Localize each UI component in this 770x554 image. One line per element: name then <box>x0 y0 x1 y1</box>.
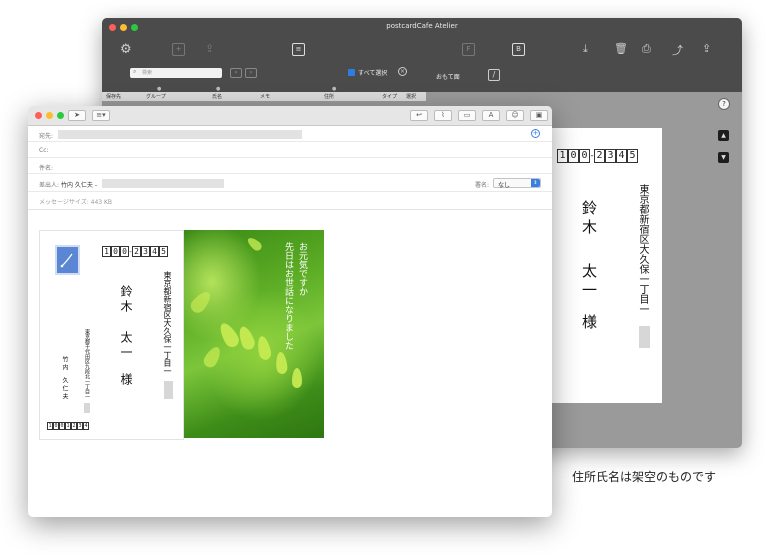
header-fields-icon[interactable]: ≡▾ <box>92 110 110 121</box>
message-line-2: 先日はお世話になりました <box>283 242 293 350</box>
back-side-button[interactable]: B <box>512 43 525 56</box>
zoom-window-button[interactable] <box>57 112 64 119</box>
trash-icon[interactable]: 🗑 <box>614 42 628 55</box>
postcard-photo-side: お元気ですか 先日はお世話になりました <box>184 230 324 438</box>
cc-label: Cc: <box>39 147 49 154</box>
message-size: メッセージサイズ: 443 KB <box>39 199 113 206</box>
recipient-address: 東京都新宿区大久保一丁目一 <box>637 184 648 314</box>
message-size-row: メッセージサイズ: 443 KB <box>28 192 552 210</box>
magnifier-icon: ⌕ <box>133 68 137 75</box>
attach-icon[interactable]: ⌇ <box>434 110 452 121</box>
stamp-icon <box>55 245 80 275</box>
signature-label: 署名: <box>475 182 490 189</box>
from-field[interactable]: 差出人: 竹内 久仁夫 - 署名: なし ⇕ <box>28 174 552 192</box>
minimize-window-button[interactable] <box>46 112 53 119</box>
photo-browser-icon[interactable]: ▭ <box>458 110 476 121</box>
postal-code: 1 0 0 - 2 3 4 5 <box>102 246 168 257</box>
disclaimer-caption: 住所氏名は架空のものです <box>572 470 717 484</box>
message-line-1: お元気ですか <box>297 242 307 296</box>
gear-icon[interactable]: ⚙ <box>120 42 132 57</box>
column-header[interactable]: 住所 <box>324 93 334 100</box>
postcard-preview: 1 0 0 - 2 3 4 5 東京都新宿区大久保一丁目一 鈴木 太一 様 <box>549 128 662 403</box>
leaf-shape <box>187 288 215 316</box>
leaf-shape <box>201 344 224 370</box>
share-icon[interactable]: ⇪ <box>205 42 214 55</box>
leaf-shape <box>292 368 302 388</box>
mail-compose-window: ➤ ≡▾ ↩ ⌇ ▭ A ☺ ▣ 宛先: + Cc: 件名: 差出人: 竹内 久… <box>28 106 552 517</box>
scroll-down-button[interactable]: ▼ <box>718 152 729 163</box>
sender-address-placeholder <box>84 403 90 413</box>
close-window-button[interactable] <box>35 112 42 119</box>
print-icon[interactable]: ⎙ <box>642 42 651 56</box>
signature-select[interactable]: なし ⇕ <box>493 178 541 189</box>
recipient-given-name: 太一 <box>580 263 598 301</box>
subject-label: 件名: <box>39 165 54 172</box>
signature-value: なし <box>498 182 511 189</box>
address-list-header: 保存先 グループ 氏名 メモ 住所 タイプ 選択 <box>102 92 426 101</box>
cc-field[interactable]: Cc: <box>28 142 552 158</box>
address-placeholder <box>639 326 650 348</box>
address-placeholder <box>164 381 173 399</box>
chevron-down-icon: ⇕ <box>531 179 540 187</box>
add-icon[interactable]: + <box>172 43 185 56</box>
column-header[interactable]: 氏名 <box>212 93 222 100</box>
from-label: 差出人: <box>39 182 60 189</box>
sender-postal-code: 1 0 0 1 2 3 4 <box>47 422 89 430</box>
honorific: 様 <box>119 373 133 385</box>
column-header[interactable]: タイプ <box>382 93 397 100</box>
sender-address: 東京都千代田区九段北一丁目一 <box>84 329 90 399</box>
recipient-family-name: 鈴木 <box>580 200 598 238</box>
sender-family-name: 竹内 <box>61 356 68 372</box>
emoji-icon[interactable]: ☺ <box>506 110 524 121</box>
to-label: 宛先: <box>39 133 54 140</box>
clear-selection-icon[interactable]: × <box>398 67 407 76</box>
search-input[interactable]: 検索 <box>130 68 222 78</box>
recipient-given-name: 太一 <box>119 331 133 361</box>
send-icon[interactable]: ➤ <box>68 110 86 121</box>
format-button[interactable]: A <box>482 110 500 121</box>
from-value: 竹内 久仁夫 - <box>61 182 97 189</box>
column-header[interactable]: メモ <box>260 93 270 100</box>
to-value-placeholder <box>58 130 302 139</box>
scroll-up-button[interactable]: ▲ <box>718 130 729 141</box>
column-header[interactable]: グループ <box>146 93 166 100</box>
next-button[interactable]: › <box>245 68 257 78</box>
share-out-icon[interactable]: ⇪ <box>702 42 711 55</box>
mail-toolbar: ➤ ≡▾ ↩ ⌇ ▭ A ☺ ▣ <box>28 106 552 126</box>
leaf-shape <box>236 324 257 352</box>
omote-label: おもて面 <box>436 74 460 81</box>
front-side-button[interactable]: F <box>462 43 475 56</box>
photo-icon[interactable]: ▣ <box>530 110 548 121</box>
pen-icon[interactable]: / <box>488 69 500 81</box>
recipient-address: 東京都新宿区大久保一丁目一 <box>163 271 172 375</box>
add-contact-icon[interactable]: + <box>531 129 540 138</box>
reply-icon[interactable]: ↩ <box>410 110 428 121</box>
leaf-shape <box>245 235 264 253</box>
help-button[interactable]: ? <box>718 98 730 110</box>
to-field[interactable]: 宛先: + <box>28 126 552 142</box>
recipient-family-name: 鈴木 <box>119 285 133 315</box>
select-all-label: すべて選択 <box>358 70 388 77</box>
select-all-checkbox[interactable] <box>348 69 355 76</box>
column-header[interactable]: 保存先 <box>106 93 121 100</box>
postcard-address-side: 1 0 0 - 2 3 4 5 東京都新宿区大久保一丁目一 鈴木 太一 様 東京… <box>39 230 184 440</box>
list-icon[interactable]: ≡ <box>292 43 305 56</box>
subject-field[interactable]: 件名: <box>28 158 552 174</box>
leaf-shape <box>255 335 273 361</box>
leaf-shape <box>275 351 288 375</box>
export-icon[interactable]: ⤴ <box>672 42 683 58</box>
postal-code: 1 0 0 - 2 3 4 5 <box>557 149 638 163</box>
window-title: postcardCafe Atelier <box>386 22 458 30</box>
honorific: 様 <box>580 314 598 329</box>
leaf-shape <box>216 320 242 350</box>
download-icon[interactable]: ⤓ <box>583 42 588 56</box>
sender-given-name: 久仁夫 <box>61 377 68 401</box>
from-email-placeholder <box>102 179 224 188</box>
column-header[interactable]: 選択 <box>406 93 416 100</box>
prev-button[interactable]: ‹ <box>230 68 242 78</box>
postcardcafe-toolbar: postcardCafe Atelier ⚙ + ⇪ ≡ F B ⤓ 🗑 ⎙ ⤴… <box>102 18 742 92</box>
